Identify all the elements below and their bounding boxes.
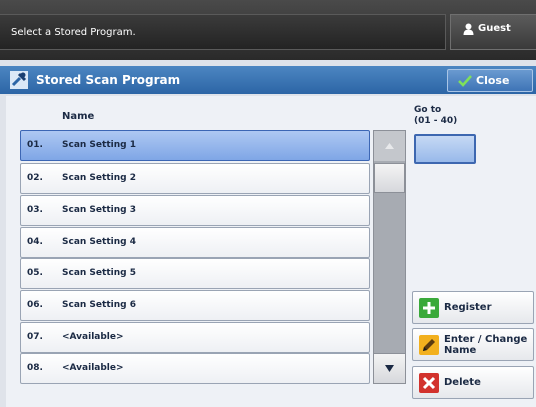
row-name: Scan Setting 2 <box>62 173 136 183</box>
row-number: 07. <box>27 332 43 342</box>
row-name: Scan Setting 4 <box>62 237 136 247</box>
list-item[interactable]: 07. <Available> <box>20 322 370 353</box>
enter-change-name-button[interactable]: Enter / Change Name <box>412 328 534 361</box>
arrow-up-icon <box>385 143 394 149</box>
enter-change-line2: Name <box>444 344 477 356</box>
close-button[interactable]: Close <box>447 69 533 92</box>
goto-label: Go to (01 - 40) <box>414 105 457 127</box>
scan-program-icon <box>10 71 28 89</box>
status-message: Select a Stored Program. <box>0 14 446 50</box>
list-item[interactable]: 03. Scan Setting 3 <box>20 195 370 226</box>
pencil-icon <box>419 334 439 355</box>
user-icon <box>463 23 474 35</box>
list-item[interactable]: 01. Scan Setting 1 <box>20 130 370 161</box>
scroll-down-button[interactable] <box>374 353 405 383</box>
user-label: Guest <box>478 23 511 34</box>
enter-change-label: Enter / Change Name <box>444 334 527 356</box>
row-number: 02. <box>27 173 43 183</box>
row-name: <Available> <box>62 363 124 373</box>
row-name: Scan Setting 3 <box>62 205 136 215</box>
scroll-thumb[interactable] <box>374 163 405 193</box>
list-item[interactable]: 05. Scan Setting 5 <box>20 258 370 289</box>
goto-title: Go to <box>414 105 442 115</box>
row-number: 06. <box>27 300 43 310</box>
user-button[interactable]: Guest <box>450 14 536 50</box>
row-name: <Available> <box>62 332 124 342</box>
row-number: 08. <box>27 363 43 373</box>
row-number: 01. <box>27 140 43 150</box>
register-button[interactable]: Register <box>412 291 534 324</box>
column-header-name: Name <box>62 111 95 122</box>
row-name: Scan Setting 5 <box>62 268 136 278</box>
delete-button[interactable]: Delete <box>412 366 534 399</box>
row-name: Scan Setting 1 <box>62 140 136 150</box>
list-item[interactable]: 06. Scan Setting 6 <box>20 290 370 321</box>
list-scrollbar[interactable] <box>373 130 406 384</box>
goto-input[interactable] <box>414 134 476 164</box>
list-item[interactable]: 04. Scan Setting 4 <box>20 227 370 258</box>
arrow-down-icon <box>385 365 394 372</box>
scroll-up-button[interactable] <box>374 131 405 161</box>
row-number: 03. <box>27 205 43 215</box>
row-name: Scan Setting 6 <box>62 300 136 310</box>
row-number: 05. <box>27 268 43 278</box>
goto-range: (01 - 40) <box>414 116 458 126</box>
delete-x-icon <box>419 372 439 393</box>
delete-label: Delete <box>444 377 481 388</box>
close-label: Close <box>476 74 510 87</box>
plus-icon <box>419 297 439 318</box>
list-item[interactable]: 02. Scan Setting 2 <box>20 163 370 194</box>
enter-change-line1: Enter / Change <box>444 333 528 345</box>
page-title: Stored Scan Program <box>36 73 181 87</box>
list-item[interactable]: 08. <Available> <box>20 353 370 384</box>
row-number: 04. <box>27 237 43 247</box>
checkmark-icon <box>458 74 472 87</box>
register-label: Register <box>444 302 492 313</box>
